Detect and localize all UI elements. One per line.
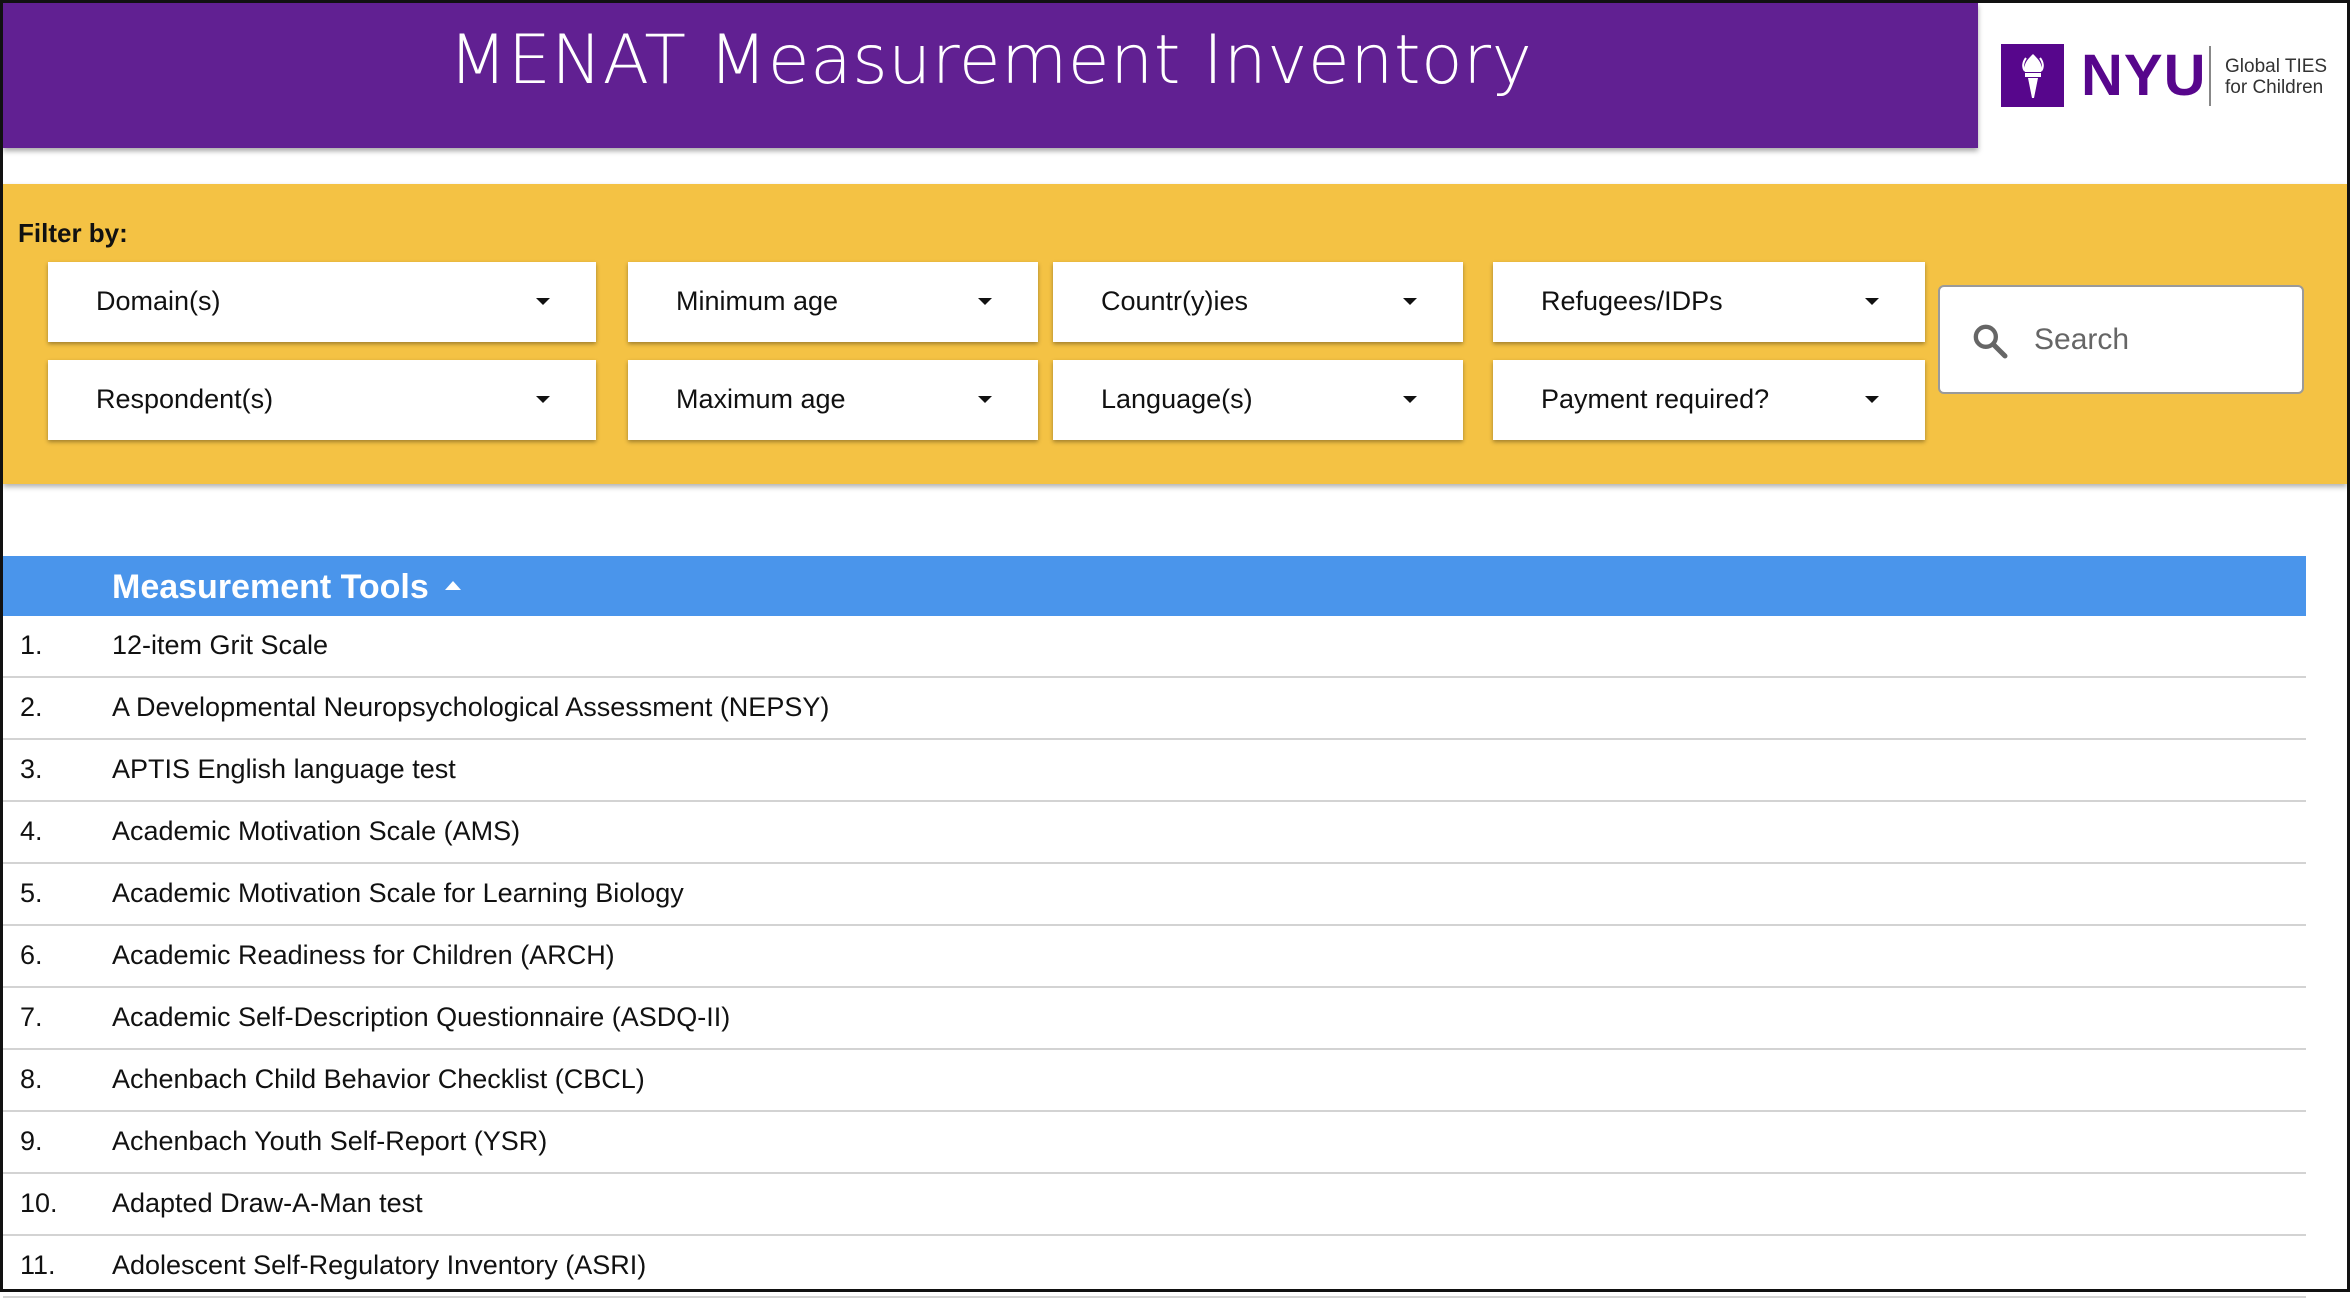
tool-name[interactable]: 12-item Grit Scale [112,630,328,661]
respondents-dropdown[interactable]: Respondent(s) [48,360,596,440]
filter-bar: Filter by: Domain(s) Minimum age Countr(… [3,184,2347,484]
caret-down-icon [1865,298,1879,305]
payment-dropdown[interactable]: Payment required? [1493,360,1925,440]
dropdown-label: Minimum age [676,286,839,316]
measurement-tools-table: Measurement Tools 1. 12-item Grit Scale 2.… [3,556,2306,1298]
caret-down-icon [1403,298,1417,305]
tool-name[interactable]: Academic Motivation Scale (AMS) [112,816,520,847]
tool-name[interactable]: Academic Readiness for Children (ARCH) [112,940,615,971]
dropdown-label: Language(s) [1101,384,1253,414]
search-input[interactable] [2032,315,2286,365]
nyu-logo: NYU Global TIES for Children [2001,43,2336,108]
table-row[interactable]: 6. Academic Readiness for Children (ARCH) [3,926,2306,988]
tool-name[interactable]: Achenbach Child Behavior Checklist (CBCL… [112,1064,645,1095]
dropdown-label: Maximum age [676,384,846,414]
dropdown-label: Refugees/IDPs [1541,286,1723,316]
table-row[interactable]: 5. Academic Motivation Scale for Learning… [3,864,2306,926]
table-body: 1. 12-item Grit Scale 2. A Developmental Ne… [3,616,2306,1298]
tool-name[interactable]: Adolescent Self-Regulatory Inventory (AS… [112,1250,646,1281]
table-row[interactable]: 10. Adapted Draw-A-Man test [3,1174,2306,1236]
dropdown-label: Payment required? [1541,384,1770,414]
caret-down-icon [1403,396,1417,403]
logo-box [2001,44,2064,107]
search-box[interactable] [1938,285,2304,394]
table-row[interactable]: 8. Achenbach Child Behavior Checklist (CB… [3,1050,2306,1112]
tool-name[interactable]: A Developmental Neuropsychological Asses… [112,692,829,723]
tool-name[interactable]: Achenbach Youth Self-Report (YSR) [112,1126,547,1157]
dropdown-label: Countr(y)ies [1101,286,1249,316]
logo-divider [2209,46,2211,106]
filter-label: Filter by: [18,218,128,248]
tool-name[interactable]: APTIS English language test [112,754,456,785]
table-row[interactable]: 2. A Developmental Neuropsychological Ass… [3,678,2306,740]
domains-dropdown[interactable]: Domain(s) [48,262,596,342]
logo-brand: NYU [2081,43,2207,108]
row-number: 9. [20,1126,43,1156]
refugees-dropdown[interactable]: Refugees/IDPs [1493,262,1925,342]
page-title: MENAT Measurement Inventory [448,21,1533,100]
row-number: 7. [20,1002,43,1032]
table-row[interactable]: 4. Academic Motivation Scale (AMS) [3,802,2306,864]
dropdown-label: Domain(s) [96,286,221,316]
table-header: Measurement Tools [3,556,2306,616]
row-number: 8. [20,1064,43,1094]
caret-down-icon [536,396,550,403]
search-icon [1973,324,2008,359]
sort-ascending-icon [444,580,461,590]
logo-line2: for Children [2225,77,2324,98]
row-number: 2. [20,692,43,722]
table-row[interactable]: 9. Achenbach Youth Self-Report (YSR) [3,1112,2306,1174]
column-header-measurement-tools[interactable]: Measurement Tools [112,568,461,607]
column-header-label: Measurement Tools [112,568,429,606]
tool-name[interactable]: Academic Motivation Scale for Learning B… [112,878,684,909]
row-number: 5. [20,878,43,908]
logo-line1: Global TIES [2225,56,2328,77]
logo-subtitle: Global TIES for Children [2225,56,2327,98]
row-number: 10. [20,1188,58,1218]
min-age-dropdown[interactable]: Minimum age [628,262,1038,342]
table-row[interactable]: 11. Adolescent Self-Regulatory Inventory … [3,1236,2306,1298]
tool-name[interactable]: Academic Self-Description Questionnaire … [112,1002,730,1033]
row-number: 6. [20,940,43,970]
row-number: 11. [20,1250,56,1280]
table-row[interactable]: 1. 12-item Grit Scale [3,616,2306,678]
countries-dropdown[interactable]: Countr(y)ies [1053,262,1463,342]
caret-down-icon [978,396,992,403]
torch-icon [2022,54,2044,98]
caret-down-icon [978,298,992,305]
tool-name[interactable]: Adapted Draw-A-Man test [112,1188,423,1219]
table-row[interactable]: 7. Academic Self-Description Questionnair… [3,988,2306,1050]
caret-down-icon [536,298,550,305]
dropdown-label: Respondent(s) [96,384,274,414]
page-header: MENAT Measurement Inventory [3,3,1978,148]
row-number: 4. [20,816,43,846]
table-row[interactable]: 3. APTIS English language test [3,740,2306,802]
languages-dropdown[interactable]: Language(s) [1053,360,1463,440]
caret-down-icon [1865,396,1879,403]
row-number: 3. [20,754,43,784]
max-age-dropdown[interactable]: Maximum age [628,360,1038,440]
row-number: 1. [20,630,43,660]
